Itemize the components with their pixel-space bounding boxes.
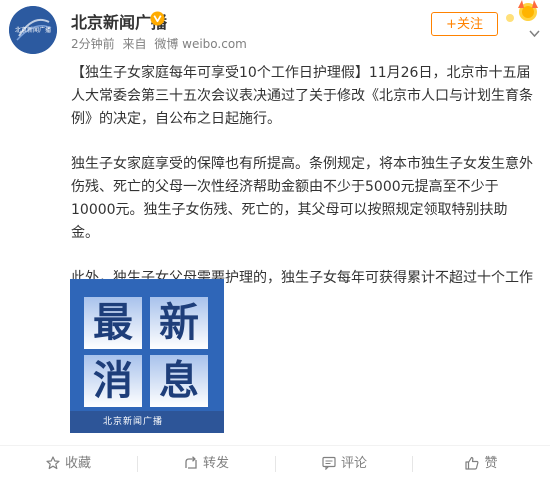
image-char-1: 最	[84, 297, 142, 349]
post-image[interactable]: 最 新 消 息 北京新闻广播	[70, 279, 224, 433]
like-label: 赞	[484, 456, 498, 471]
comment-icon	[322, 456, 336, 471]
avatar[interactable]: 北京新闻广播	[9, 6, 57, 54]
post-paragraph-2: 独生子女家庭享受的保障也有所提高。条例规定，将本市独生子女发生意外伤残、死亡的父…	[71, 156, 533, 241]
thumbs-up-icon	[465, 456, 479, 470]
image-char-3: 消	[84, 355, 142, 407]
image-char-2: 新	[150, 297, 208, 349]
chevron-down-icon[interactable]	[529, 30, 540, 38]
like-button[interactable]: 赞	[413, 446, 550, 481]
star-icon	[46, 456, 60, 470]
weibo-post-card: 北京新闻广播 北京新闻广播 2分钟前 来自 微博 weibo.com +关注 【…	[0, 0, 550, 481]
source-prefix: 来自	[122, 37, 147, 51]
verified-badge-icon	[150, 11, 165, 26]
repost-button[interactable]: 转发	[138, 446, 275, 481]
comment-label: 评论	[340, 456, 367, 471]
follow-button[interactable]: +关注	[431, 12, 498, 36]
repost-label: 转发	[202, 456, 229, 471]
comment-button[interactable]: 评论	[276, 446, 413, 481]
post-source[interactable]: 微博 weibo.com	[154, 37, 247, 51]
medal-icon	[506, 0, 538, 22]
image-char-4: 息	[150, 355, 208, 407]
post-paragraph-1: 【独生子女家庭每年可享受10个工作日护理假】11月26日，北京市十五届人大常委会…	[71, 65, 533, 127]
avatar-text: 北京新闻广播	[14, 27, 51, 34]
favorite-button[interactable]: 收藏	[0, 446, 137, 481]
post-time[interactable]: 2分钟前	[71, 37, 115, 51]
image-caption: 北京新闻广播	[70, 411, 224, 433]
favorite-label: 收藏	[64, 456, 91, 471]
action-bar: 收藏 转发 评论 赞	[0, 445, 550, 481]
post-meta: 2分钟前 来自 微博 weibo.com	[71, 35, 251, 52]
repost-icon	[185, 456, 197, 469]
